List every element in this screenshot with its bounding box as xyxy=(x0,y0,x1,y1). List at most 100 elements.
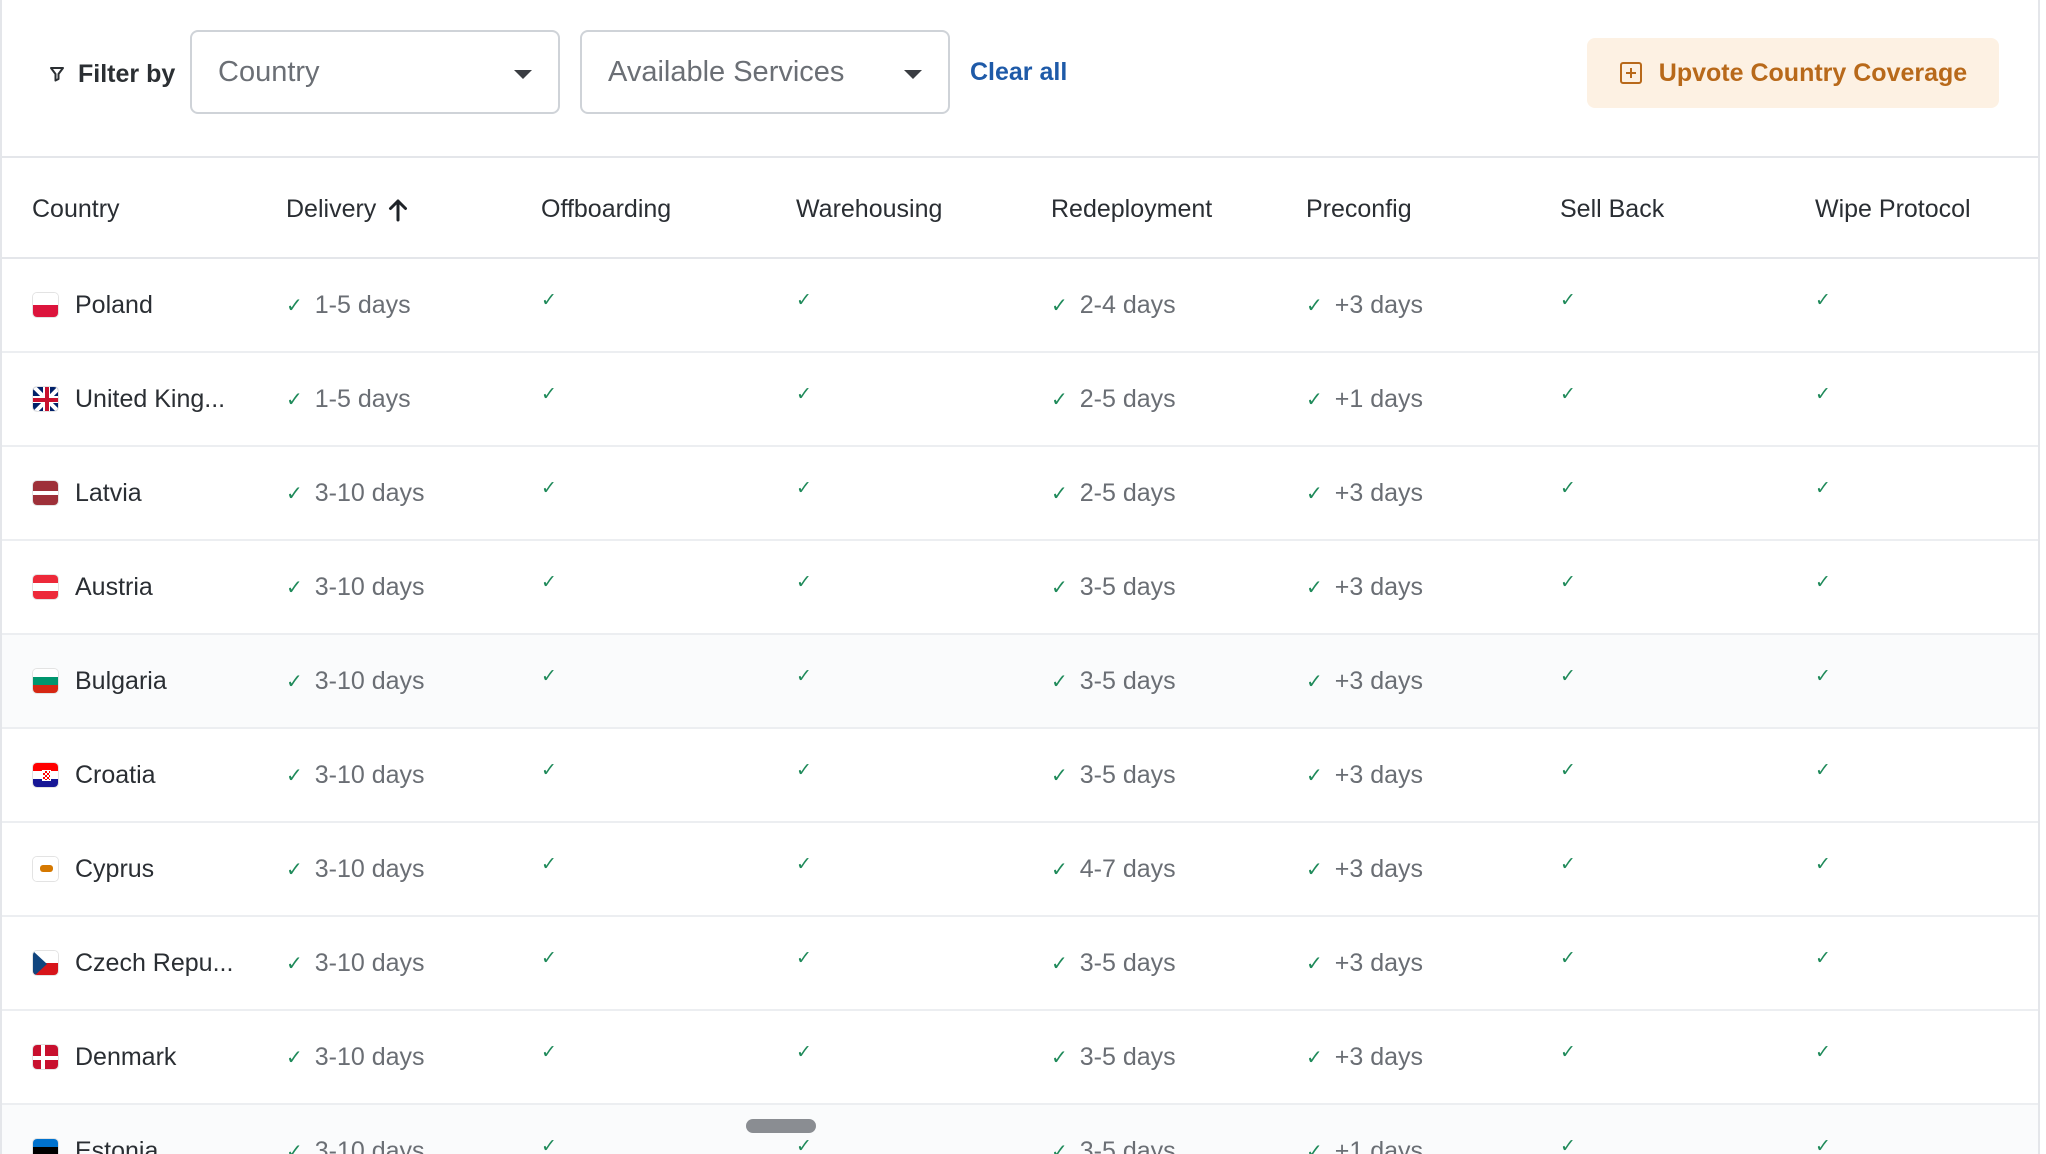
check-icon: ✓ xyxy=(796,853,812,875)
delivery-value: 3-10 days xyxy=(314,854,425,883)
table-row[interactable]: Czech Repu... ✓ 3-10 days ✓ ✓ ✓ 3-5 days ✓ +3 da… xyxy=(2,917,2038,1011)
check-icon: ✓ xyxy=(1815,477,1831,499)
table-row[interactable]: Croatia ✓ 3-10 days ✓ ✓ ✓ 3-5 days ✓ +3 days ✓ ✓ xyxy=(2,729,2038,823)
redeployment-cell: ✓ 3-5 days xyxy=(1051,1105,1176,1154)
country-cell: Czech Repu... xyxy=(32,917,233,1009)
flag-cz-icon xyxy=(32,950,59,976)
table-row[interactable]: Bulgaria ✓ 3-10 days ✓ ✓ ✓ 3-5 days ✓ +3 days ✓ ✓ xyxy=(2,635,2038,729)
table-row[interactable]: Denmark ✓ 3-10 days ✓ ✓ ✓ 3-5 days ✓ +3 days ✓ ✓ xyxy=(2,1011,2038,1105)
check-icon: ✓ xyxy=(1051,1140,1068,1154)
upvote-country-coverage-button[interactable]: Upvote Country Coverage xyxy=(1587,38,1999,108)
offboarding-cell: ✓ xyxy=(541,353,569,445)
country-name: Czech Repu... xyxy=(75,948,234,977)
table-row[interactable]: Latvia ✓ 3-10 days ✓ ✓ ✓ 2-5 days ✓ +3 days ✓ ✓ xyxy=(2,447,2038,541)
table-row[interactable]: Cyprus ✓ 3-10 days ✓ ✓ ✓ 4-7 days ✓ +3 days ✓ ✓ xyxy=(2,823,2038,917)
check-icon: ✓ xyxy=(1306,294,1323,317)
wipe-protocol-cell: ✓ xyxy=(1815,729,1843,821)
redeployment-value: 3-5 days xyxy=(1079,572,1176,601)
column-header-wipe-protocol[interactable]: Wipe Protocol xyxy=(1815,160,1971,259)
table-row[interactable]: Austria ✓ 3-10 days ✓ ✓ ✓ 3-5 days ✓ +3 days ✓ ✓ xyxy=(2,541,2038,635)
offboarding-cell: ✓ xyxy=(541,1105,569,1154)
sell-back-cell: ✓ xyxy=(1560,259,1588,351)
preconfig-cell: ✓ +3 days xyxy=(1306,729,1423,821)
clear-all-link[interactable]: Clear all xyxy=(970,58,1067,87)
country-select[interactable]: Country xyxy=(190,30,560,114)
check-icon: ✓ xyxy=(286,576,303,599)
column-header-redeployment[interactable]: Redeployment xyxy=(1051,160,1212,259)
preconfig-cell: ✓ +3 days xyxy=(1306,917,1423,1009)
column-header-delivery[interactable]: Delivery xyxy=(286,160,408,259)
column-header-offboarding[interactable]: Offboarding xyxy=(541,160,671,259)
table-row[interactable]: Poland ✓ 1-5 days ✓ ✓ ✓ 2-4 days ✓ +3 days ✓ ✓ xyxy=(2,259,2038,353)
warehousing-cell: ✓ xyxy=(796,635,824,727)
delivery-cell: ✓ 3-10 days xyxy=(286,917,425,1009)
check-icon: ✓ xyxy=(286,294,303,317)
redeployment-value: 3-5 days xyxy=(1079,1042,1176,1071)
check-icon: ✓ xyxy=(796,1041,812,1063)
delivery-cell: ✓ 3-10 days xyxy=(286,635,425,727)
sell-back-cell: ✓ xyxy=(1560,353,1588,445)
check-icon: ✓ xyxy=(1560,665,1576,687)
check-icon: ✓ xyxy=(286,1046,303,1069)
scroll-indicator[interactable] xyxy=(746,1119,816,1133)
column-header-warehousing[interactable]: Warehousing xyxy=(796,160,942,259)
redeployment-cell: ✓ 4-7 days xyxy=(1051,823,1176,915)
available-services-select[interactable]: Available Services xyxy=(580,30,950,114)
check-icon: ✓ xyxy=(1815,853,1831,875)
column-header-sell-back[interactable]: Sell Back xyxy=(1560,160,1664,259)
country-name: Croatia xyxy=(75,760,156,789)
preconfig-cell: ✓ +3 days xyxy=(1306,635,1423,727)
warehousing-cell: ✓ xyxy=(796,353,824,445)
flag-dk-icon xyxy=(32,1044,59,1070)
offboarding-cell: ✓ xyxy=(541,259,569,351)
delivery-value: 1-5 days xyxy=(314,384,411,413)
check-icon: ✓ xyxy=(1560,1135,1576,1154)
offboarding-cell: ✓ xyxy=(541,917,569,1009)
check-icon: ✓ xyxy=(1560,853,1576,875)
delivery-cell: ✓ 3-10 days xyxy=(286,541,425,633)
redeployment-value: 2-5 days xyxy=(1079,384,1176,413)
warehousing-cell: ✓ xyxy=(796,1011,824,1103)
redeployment-cell: ✓ 3-5 days xyxy=(1051,541,1176,633)
offboarding-cell: ✓ xyxy=(541,729,569,821)
delivery-cell: ✓ 1-5 days xyxy=(286,259,411,351)
check-icon: ✓ xyxy=(1051,1046,1068,1069)
preconfig-cell: ✓ +3 days xyxy=(1306,823,1423,915)
preconfig-cell: ✓ +3 days xyxy=(1306,259,1423,351)
redeployment-value: 3-5 days xyxy=(1079,948,1176,977)
sell-back-cell: ✓ xyxy=(1560,1105,1588,1154)
delivery-cell: ✓ 1-5 days xyxy=(286,353,411,445)
table-row[interactable]: United King... ✓ 1-5 days ✓ ✓ ✓ 2-5 days ✓ +1 da… xyxy=(2,353,2038,447)
filter-by-label: Filter by xyxy=(50,56,175,92)
delivery-value: 3-10 days xyxy=(314,666,425,695)
wipe-protocol-cell: ✓ xyxy=(1815,447,1843,539)
check-icon: ✓ xyxy=(541,1041,557,1063)
caret-down-icon xyxy=(514,70,532,79)
check-icon: ✓ xyxy=(541,477,557,499)
redeployment-value: 3-5 days xyxy=(1079,666,1176,695)
check-icon: ✓ xyxy=(286,764,303,787)
check-icon: ✓ xyxy=(1051,576,1068,599)
redeployment-cell: ✓ 3-5 days xyxy=(1051,729,1176,821)
check-icon: ✓ xyxy=(1815,571,1831,593)
coverage-table: Country Delivery Offboarding Warehousing… xyxy=(2,160,2038,1154)
sell-back-cell: ✓ xyxy=(1560,823,1588,915)
check-icon: ✓ xyxy=(1051,858,1068,881)
upvote-label: Upvote Country Coverage xyxy=(1658,58,1968,87)
country-cell: Austria xyxy=(32,541,153,633)
flag-gb-icon xyxy=(32,386,59,412)
sell-back-cell: ✓ xyxy=(1560,541,1588,633)
check-icon: ✓ xyxy=(286,670,303,693)
delivery-value: 3-10 days xyxy=(314,760,425,789)
delivery-cell: ✓ 3-10 days xyxy=(286,1011,425,1103)
table-row[interactable]: Estonia ✓ 3-10 days ✓ ✓ ✓ 3-5 days ✓ +1 days ✓ ✓ xyxy=(2,1105,2038,1154)
column-header-country[interactable]: Country xyxy=(32,160,120,259)
wipe-protocol-cell: ✓ xyxy=(1815,353,1843,445)
country-cell: Estonia xyxy=(32,1105,158,1154)
check-icon: ✓ xyxy=(1051,482,1068,505)
column-header-preconfig[interactable]: Preconfig xyxy=(1306,160,1412,259)
country-name: Denmark xyxy=(75,1042,177,1071)
wipe-protocol-cell: ✓ xyxy=(1815,635,1843,727)
offboarding-cell: ✓ xyxy=(541,823,569,915)
sell-back-cell: ✓ xyxy=(1560,1011,1588,1103)
